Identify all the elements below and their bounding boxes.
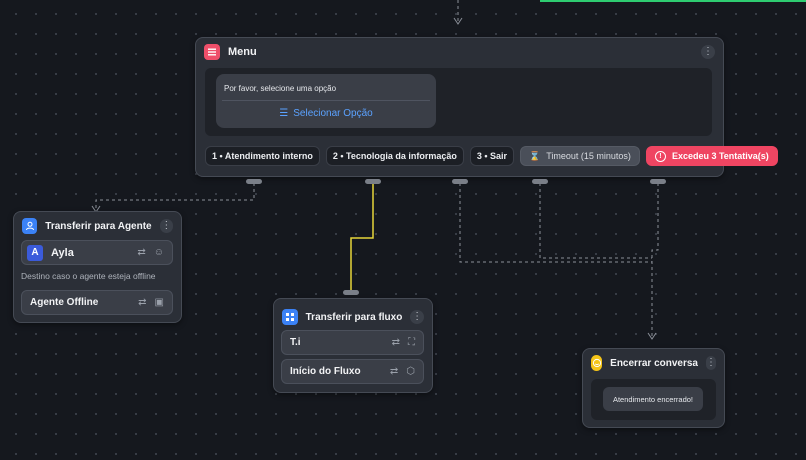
end-message-area: Atendimento encerrado! — [591, 379, 716, 420]
transfer-flow-node[interactable]: Transferir para fluxo ⋮ T.i ⇄ ⛶ Início d… — [273, 298, 433, 393]
avatar: A — [27, 244, 43, 261]
person-icon — [22, 218, 38, 234]
agent-node-kebab-icon[interactable]: ⋮ — [159, 219, 173, 233]
menu-node[interactable]: Menu ⋮ Por favor, selecione uma opção ☰ … — [195, 37, 778, 177]
agent-node-title: Transferir para Agente — [45, 220, 152, 232]
end-node-title: Encerrar conversa — [610, 357, 698, 369]
redirect-icon: ⇄ — [138, 297, 147, 308]
menu-message-divider — [222, 100, 430, 101]
agent-item[interactable]: A Ayla ⇄ ☺ — [21, 240, 173, 265]
end-message-text: Atendimento encerrado! — [612, 394, 694, 404]
redirect-icon: ⇄ — [391, 337, 400, 348]
flow-node-input-handle[interactable] — [343, 290, 359, 295]
menu-options-row: 1 • Atendimento interno 2 • Tecnologia d… — [205, 146, 778, 166]
option-chip-2[interactable]: 2 • Tecnologia da informação — [325, 146, 464, 166]
menu-node-kebab-icon[interactable]: ⋮ — [701, 45, 715, 59]
redirect-icon: ⇄ — [389, 366, 399, 377]
option-1-handle[interactable] — [246, 179, 262, 184]
menu-message-area: Por favor, selecione uma opção ☰ Selecio… — [205, 68, 712, 136]
layout-icon: ▣ — [154, 297, 164, 308]
flow-item-label: T.i — [290, 337, 301, 348]
select-option-label: Selecionar Opção — [293, 108, 373, 119]
exceeded-handle[interactable] — [650, 179, 666, 184]
flow-item-ti[interactable]: T.i ⇄ ⛶ — [281, 330, 424, 355]
menu-message-text: Por favor, selecione uma opção — [224, 84, 337, 93]
menu-message-bubble: Por favor, selecione uma opção ☰ Selecio… — [216, 74, 436, 128]
end-conversation-node[interactable]: Encerrar conversa ⋮ Atendimento encerrad… — [582, 348, 725, 428]
option-2-handle[interactable] — [365, 179, 381, 184]
select-option-button[interactable]: ☰ Selecionar Opção — [216, 108, 436, 119]
flow-node-title: Transferir para fluxo — [305, 311, 403, 323]
list-icon — [204, 44, 220, 60]
top-accent-line — [0, 0, 806, 2]
agent-name: Ayla — [51, 246, 74, 259]
option-chip-3[interactable]: 3 • Sair — [469, 146, 515, 166]
flow-item-label: Início do Fluxo — [290, 366, 361, 377]
end-node-kebab-icon[interactable]: ⋮ — [706, 356, 716, 370]
flow-icon — [282, 309, 298, 325]
list-icon: ☰ — [279, 108, 289, 119]
flow-item-start[interactable]: Início do Fluxo ⇄ ⬡ — [281, 359, 424, 384]
option-chip-1[interactable]: 1 • Atendimento interno — [205, 146, 320, 166]
menu-node-title: Menu — [228, 46, 257, 58]
agent-offline-item[interactable]: Agente Offline ⇄ ▣ — [21, 290, 173, 315]
timeout-chip[interactable]: ⌛ Timeout (15 minutos) — [520, 146, 640, 166]
timeout-handle[interactable] — [532, 179, 548, 184]
smile-icon — [591, 355, 603, 371]
expand-icon: ⛶ — [408, 337, 415, 348]
flow-node-kebab-icon[interactable]: ⋮ — [410, 310, 424, 324]
redirect-icon: ⇄ — [137, 247, 146, 258]
cube-icon: ⬡ — [406, 366, 415, 377]
option-3-handle[interactable] — [452, 179, 468, 184]
user-icon: ☺ — [153, 247, 164, 258]
alert-circle-icon: ! — [654, 150, 666, 162]
offline-caption: Destino caso o agente esteja offline — [21, 271, 156, 281]
agent-offline-label: Agente Offline — [30, 297, 99, 308]
exceeded-attempts-chip[interactable]: ! Excedeu 3 Tentativa(s) — [645, 146, 778, 166]
hourglass-icon: ⌛ — [529, 150, 541, 161]
end-message-bubble: Atendimento encerrado! — [603, 387, 703, 411]
transfer-agent-node[interactable]: Transferir para Agente ⋮ A Ayla ⇄ ☺ Dest… — [13, 211, 182, 323]
